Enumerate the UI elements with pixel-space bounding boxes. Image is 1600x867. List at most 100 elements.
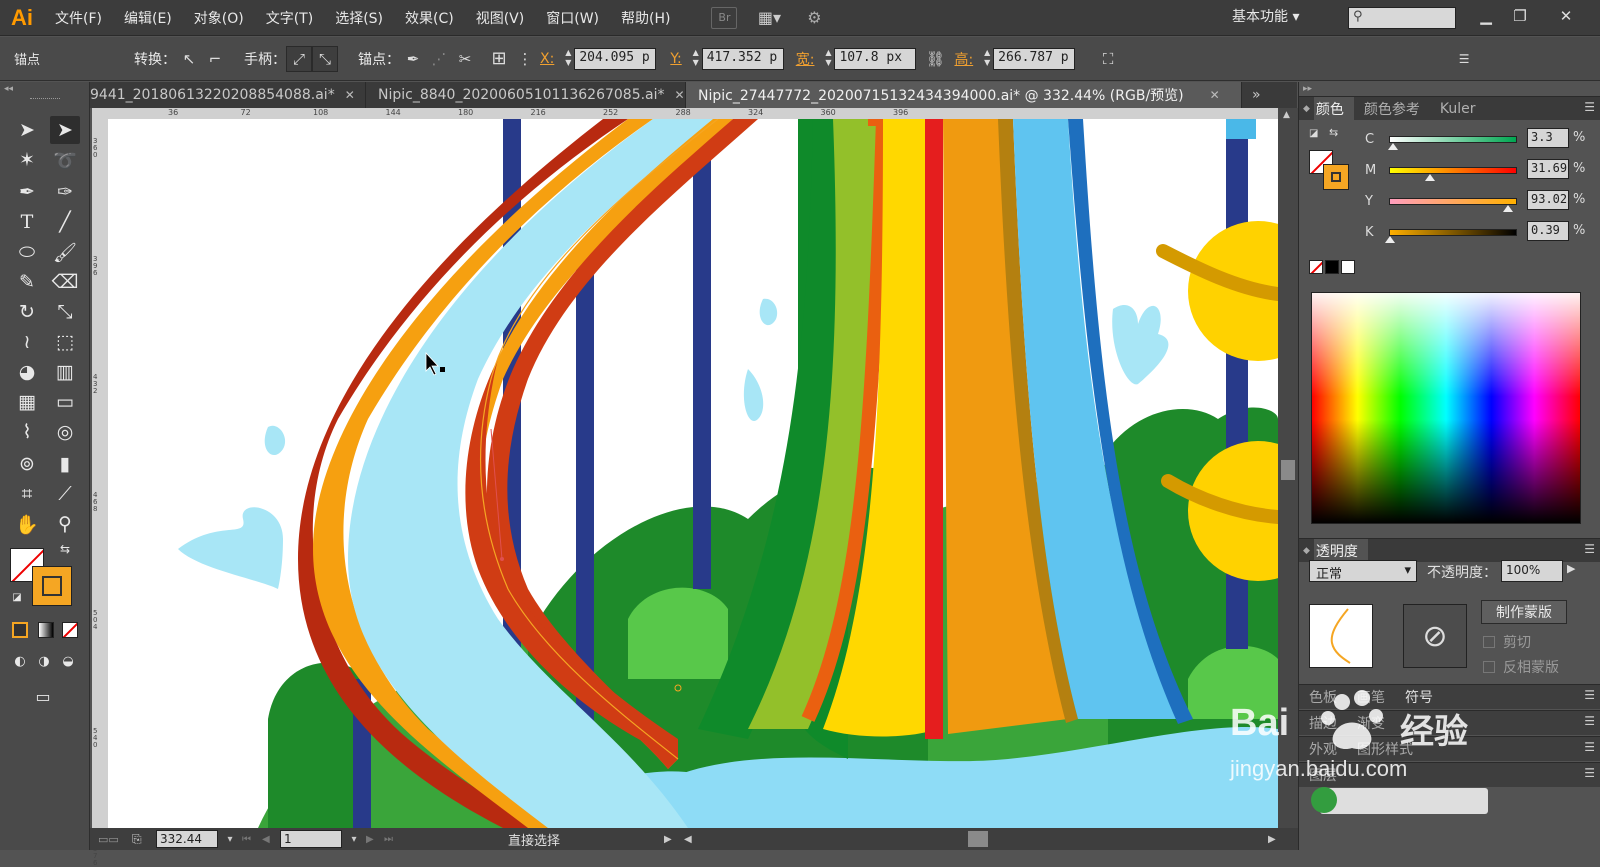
slider-handle[interactable] <box>1384 236 1395 243</box>
symbol-sprayer-tool-icon[interactable]: ⊚ <box>12 450 42 478</box>
width-field[interactable]: 107.8 px <box>834 47 917 70</box>
document-tab[interactable]: Nipic_8840_20200605101136267085.ai* ✕ <box>366 82 686 108</box>
line-tool-icon[interactable]: ╱ <box>50 208 80 236</box>
selection-tool-icon[interactable]: ➤ <box>12 116 42 144</box>
direct-selection-tool-icon[interactable]: ➤ <box>50 116 80 144</box>
page-field[interactable]: 1 <box>280 830 342 848</box>
opacity-menu-icon[interactable]: ▶ <box>1567 562 1575 575</box>
document-tab[interactable]: 9441_20180613220208854088.ai* ✕ <box>90 82 366 108</box>
appearance-panel-group[interactable]: 外观 图形样式 ☰ <box>1299 736 1600 761</box>
menu-file[interactable]: 文件(F) <box>44 8 113 28</box>
isolate-points-icon[interactable]: ⊞ <box>486 46 512 72</box>
color-slider-k[interactable]: K 0.39% <box>1309 221 1599 243</box>
draw-behind-icon[interactable]: ◑ <box>32 650 56 672</box>
toolbar-grip[interactable] <box>30 98 60 101</box>
bridge-button[interactable]: Br <box>711 6 738 29</box>
menu-effect[interactable]: 效果(C) <box>394 8 465 28</box>
eyedropper-tool-icon[interactable]: ⌇ <box>12 418 42 446</box>
status-menu-icon[interactable]: ▶ <box>664 834 684 845</box>
color-slider-m[interactable]: M 31.69% <box>1309 159 1599 181</box>
panel-menu-icon[interactable]: ☰ <box>1584 740 1595 754</box>
clip-checkbox[interactable]: 剪切 <box>1483 632 1531 652</box>
artboard-tool-icon[interactable]: ⌗ <box>12 480 42 508</box>
pencil-tool-icon[interactable]: ✎ <box>12 268 42 296</box>
opacity-field[interactable]: 100% <box>1501 560 1563 582</box>
more-tabs-icon[interactable]: » <box>1242 82 1271 108</box>
zoom-dropdown-icon[interactable]: ▾ <box>218 834 242 845</box>
tab-layers[interactable]: 图层 <box>1299 765 1347 785</box>
tab-stroke[interactable]: 描边 <box>1299 713 1347 733</box>
tab-gradient[interactable]: 渐变 <box>1347 713 1395 733</box>
lasso-tool-icon[interactable]: ➰ <box>50 146 80 174</box>
x-stepper-icon[interactable]: ▲ ▼ <box>562 48 574 70</box>
white-swatch[interactable] <box>1341 260 1355 274</box>
swatches-panel-group[interactable]: 色板 画笔 符号 ☰ <box>1299 684 1600 709</box>
none-swatch[interactable] <box>1309 260 1323 274</box>
menu-select[interactable]: 选择(S) <box>324 8 394 28</box>
collapse-arrows-icon[interactable]: ◂◂ <box>4 84 13 94</box>
show-handles-icon[interactable]: ⤢ <box>286 45 312 72</box>
slider-value-field[interactable]: 31.69 <box>1527 159 1569 179</box>
layers-panel-group[interactable]: 图层 ☰ <box>1299 762 1600 787</box>
layer-thumbnail[interactable] <box>1309 604 1373 668</box>
scale-tool-icon[interactable]: ⤡ <box>50 298 80 326</box>
slider-track[interactable] <box>1389 229 1517 236</box>
prev-page-icon[interactable]: ◀ <box>262 834 280 845</box>
rotate-tool-icon[interactable]: ↻ <box>12 298 42 326</box>
cut-path-icon[interactable]: ✂ <box>452 46 478 72</box>
menu-window[interactable]: 窗口(W) <box>535 8 610 28</box>
height-stepper-icon[interactable]: ▲ ▼ <box>981 48 993 70</box>
color-spectrum[interactable] <box>1311 292 1581 524</box>
mesh-tool-icon[interactable]: ▦ <box>12 388 42 416</box>
transform-icon[interactable]: ⛶ <box>1095 46 1121 72</box>
shape-builder-tool-icon[interactable]: ◕ <box>12 358 42 386</box>
close-tab-icon[interactable]: ✕ <box>345 88 355 102</box>
width-stepper-icon[interactable]: ▲ ▼ <box>822 48 834 70</box>
column-graph-tool-icon[interactable]: ▮ <box>50 450 80 478</box>
menu-view[interactable]: 视图(V) <box>465 8 536 28</box>
stroke-panel-group[interactable]: 描边 渐变 ☰ <box>1299 710 1600 735</box>
close-tab-icon[interactable]: ✕ <box>1210 88 1220 102</box>
dock-collapse-icon[interactable]: ▸▸ <box>1303 84 1312 94</box>
control-menu-icon[interactable]: ☰ <box>1451 46 1477 72</box>
slider-handle[interactable] <box>1388 143 1399 150</box>
status-settings-icon[interactable]: ▭▭ <box>98 833 132 846</box>
make-mask-button[interactable]: 制作蒙版 <box>1481 600 1567 624</box>
menu-edit[interactable]: 编辑(E) <box>113 8 183 28</box>
panel-collapse-icon[interactable]: ◆ <box>1299 104 1314 114</box>
connect-endpoints-icon[interactable]: ⋰ <box>426 46 452 72</box>
close-icon[interactable]: ✕ <box>1552 4 1580 28</box>
tab-graphic-styles[interactable]: 图形样式 <box>1347 739 1423 759</box>
screen-mode-icon[interactable]: ▭ <box>28 682 58 710</box>
y-stepper-icon[interactable]: ▲ ▼ <box>690 48 702 70</box>
free-transform-tool-icon[interactable]: ⬚ <box>50 328 80 356</box>
ellipse-tool-icon[interactable]: ⬭ <box>12 238 42 266</box>
height-field[interactable]: 266.787 p <box>993 47 1076 70</box>
first-page-icon[interactable]: ⏮ <box>242 834 262 845</box>
perspective-grid-tool-icon[interactable]: ▥ <box>50 358 80 386</box>
document-tab-active[interactable]: Nipic_27447772_20200715132434394000.ai* … <box>686 82 1242 108</box>
hide-handles-icon[interactable]: ⤡ <box>312 45 338 72</box>
curvature-tool-icon[interactable]: ✑ <box>50 178 80 206</box>
slider-handle[interactable] <box>1424 174 1435 181</box>
color-slider-y[interactable]: Y 93.02% <box>1309 190 1599 212</box>
page-dropdown-icon[interactable]: ▾ <box>342 834 366 845</box>
remove-anchor-icon[interactable]: ✒ <box>400 46 426 72</box>
slider-track[interactable] <box>1389 136 1517 143</box>
color-slider-c[interactable]: C 3.3% <box>1309 128 1599 150</box>
vertical-scroll-thumb[interactable] <box>1281 460 1295 480</box>
tab-swatches[interactable]: 色板 <box>1299 687 1347 707</box>
slider-handle[interactable] <box>1503 205 1514 212</box>
zoom-field[interactable]: 332.44 <box>156 830 218 848</box>
swap-fill-stroke-icon[interactable]: ⇆ <box>56 540 74 558</box>
width-tool-icon[interactable]: ≀ <box>12 328 42 356</box>
mask-thumbnail[interactable]: ⊘ <box>1403 604 1467 668</box>
type-tool-icon[interactable]: T <box>12 208 42 236</box>
tab-symbols[interactable]: 符号 <box>1395 687 1443 707</box>
align-points-icon[interactable]: ⋮ <box>512 46 538 72</box>
color-mode-icon[interactable] <box>12 622 28 638</box>
minimize-icon[interactable]: ▁ <box>1472 4 1500 28</box>
vertical-scrollbar[interactable]: ▲ <box>1278 108 1298 828</box>
gradient-mode-icon[interactable] <box>38 622 54 638</box>
gradient-tool-icon[interactable]: ▭ <box>50 388 80 416</box>
